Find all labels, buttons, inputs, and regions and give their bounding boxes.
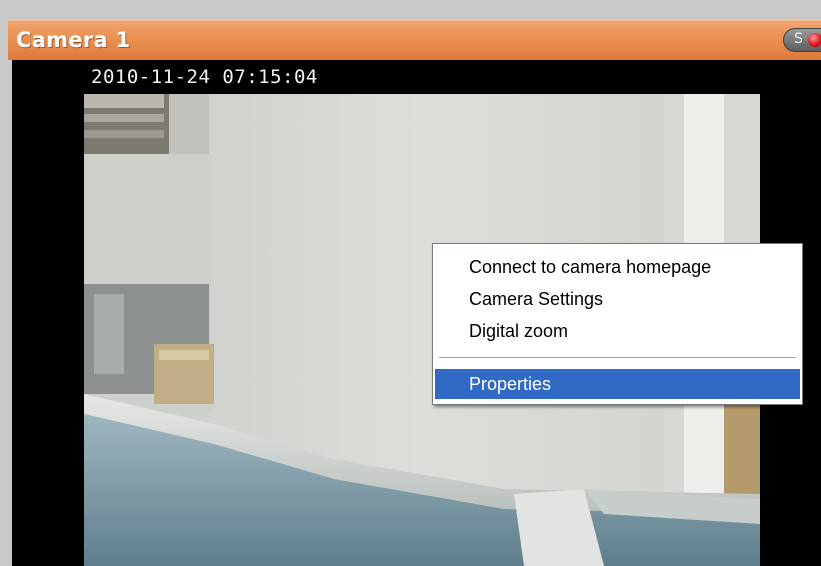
record-indicator-icon — [808, 33, 821, 47]
camera-context-menu: Connect to camera homepage Camera Settin… — [432, 243, 803, 405]
menu-item-connect-homepage[interactable]: Connect to camera homepage — [435, 252, 800, 282]
video-timestamp: 2010-11-24 07:15:04 — [91, 66, 318, 88]
menu-item-digital-zoom[interactable]: Digital zoom — [435, 316, 800, 346]
camera-window: Camera 1 S 2010-11-24 07:15:04 Connect t… — [0, 0, 821, 566]
menu-separator — [439, 357, 796, 359]
status-letter: S — [794, 31, 803, 47]
menu-item-camera-settings[interactable]: Camera Settings — [435, 284, 800, 314]
record-status-button[interactable]: S — [783, 28, 821, 52]
camera-titlebar[interactable]: Camera 1 S — [8, 20, 821, 60]
menu-item-properties[interactable]: Properties — [435, 369, 800, 399]
camera-title: Camera 1 — [16, 28, 131, 52]
